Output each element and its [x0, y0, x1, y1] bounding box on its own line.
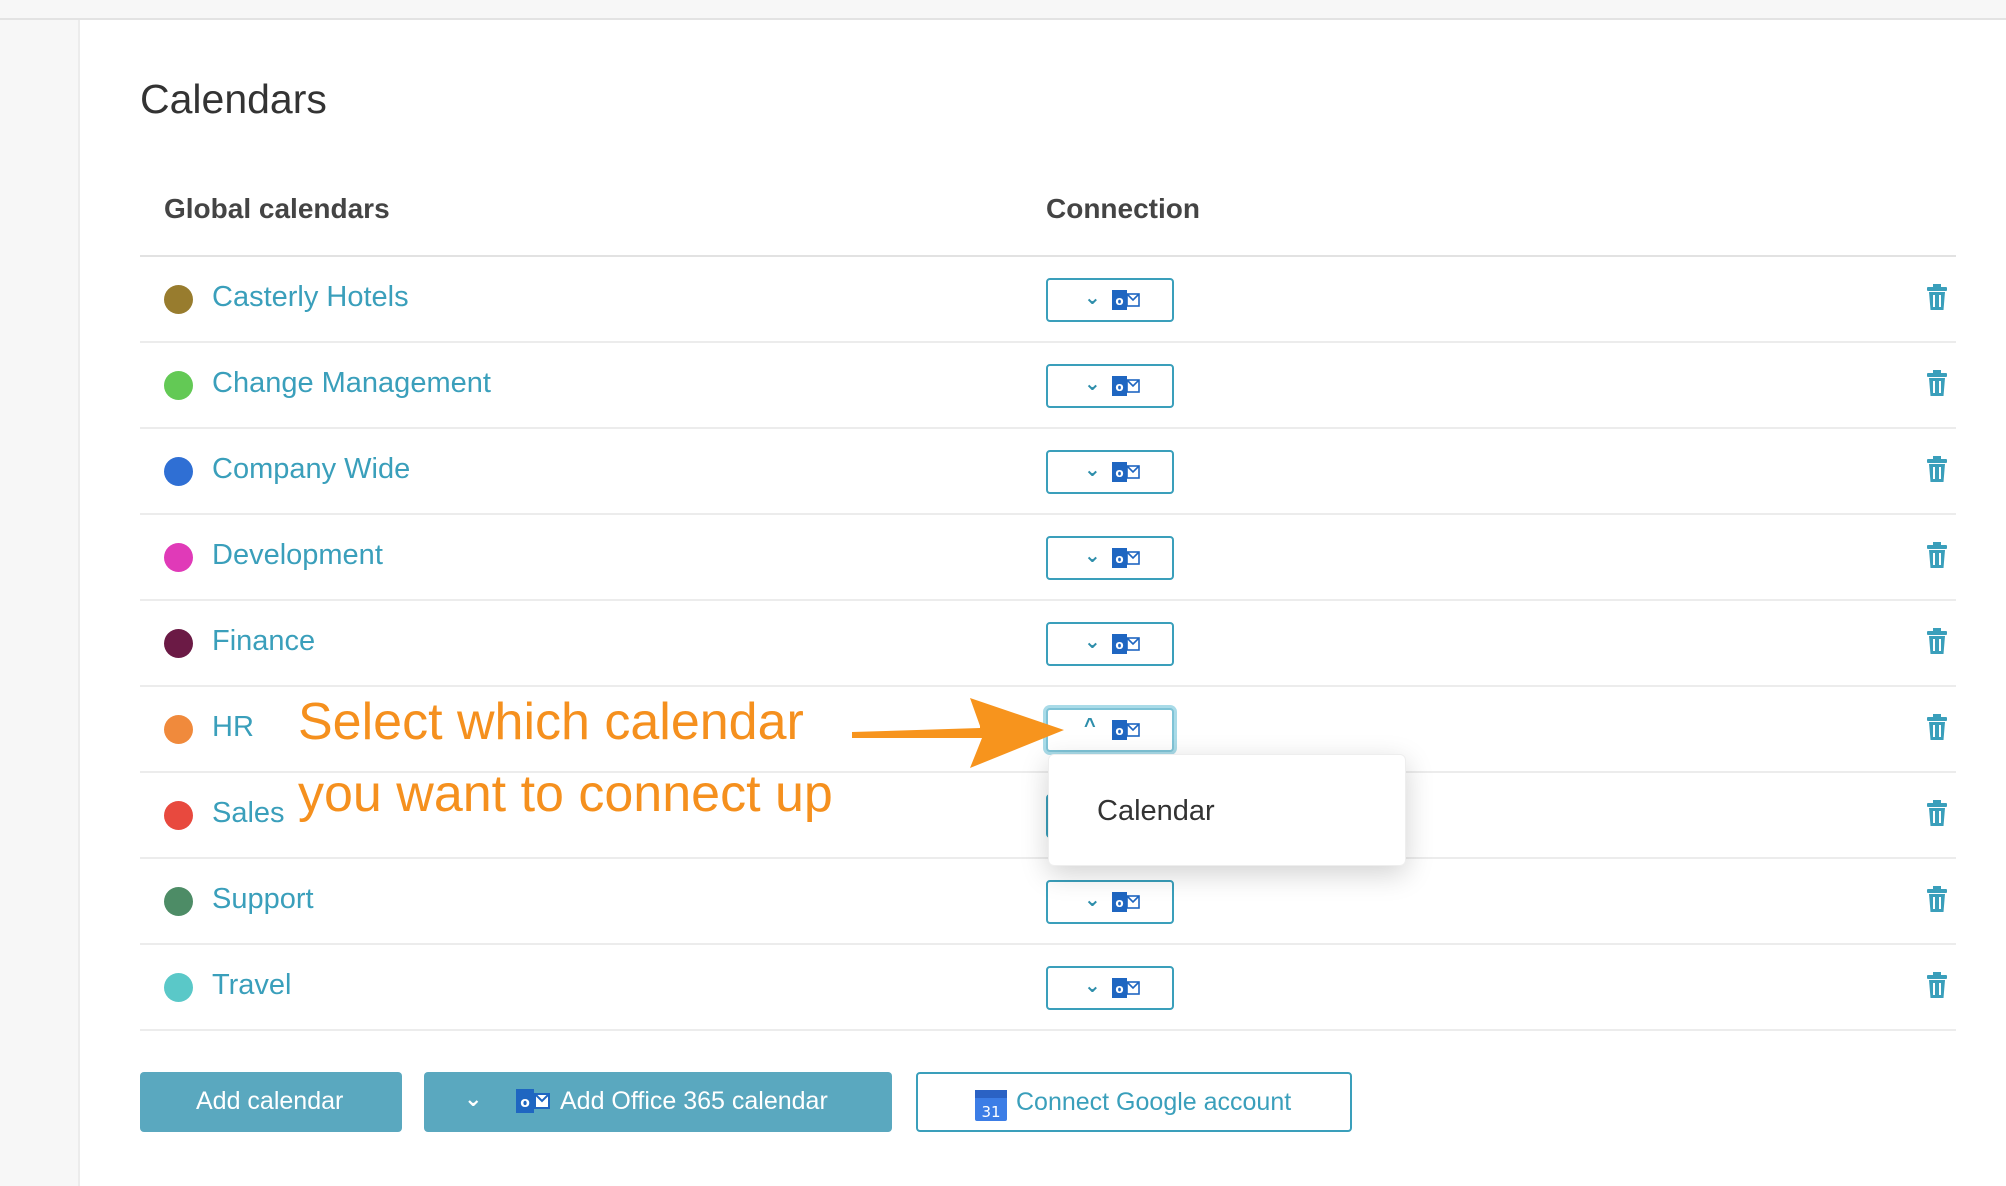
- calendar-row: Finance ⌄ o: [140, 601, 1956, 687]
- add-office365-calendar-button[interactable]: ⌄ o Add Office 365 calendar: [424, 1072, 892, 1132]
- page-title: Calendars: [140, 76, 327, 122]
- trash-icon[interactable]: [1926, 283, 1948, 311]
- svg-text:o: o: [1115, 896, 1123, 910]
- svg-text:o: o: [1115, 638, 1123, 652]
- svg-text:o: o: [1115, 466, 1123, 480]
- chevron-down-icon: ⌄: [1084, 545, 1101, 567]
- chevron-down-icon: ⌄: [1084, 975, 1101, 997]
- trash-icon[interactable]: [1926, 627, 1948, 655]
- calendar-name-link[interactable]: Travel: [212, 969, 292, 1002]
- chevron-down-icon: ⌄: [1084, 287, 1101, 309]
- chevron-down-icon: ⌄: [1084, 631, 1101, 653]
- chevron-down-icon: ⌄: [464, 1086, 483, 1111]
- calendar-name-link[interactable]: Change Management: [212, 367, 491, 400]
- trash-icon[interactable]: [1926, 971, 1948, 999]
- calendar-name-link[interactable]: Casterly Hotels: [212, 281, 409, 314]
- trash-icon[interactable]: [1926, 799, 1948, 827]
- outlook-icon: o: [1112, 462, 1140, 482]
- connection-dropdown-button[interactable]: ⌄o: [1046, 966, 1174, 1010]
- outlook-icon: o: [1112, 978, 1140, 998]
- calendar-color-dot: [164, 715, 193, 744]
- calendar-row: Travel ⌄ o: [140, 945, 1956, 1031]
- annotation-text-line-1: Select which calendar: [298, 693, 804, 751]
- connection-dropdown-button[interactable]: ⌄o: [1046, 622, 1174, 666]
- add-calendar-label: Add calendar: [196, 1087, 344, 1115]
- outlook-icon: o: [1112, 892, 1140, 912]
- svg-text:o: o: [1115, 724, 1123, 738]
- trash-icon[interactable]: [1926, 541, 1948, 569]
- trash-icon[interactable]: [1926, 369, 1948, 397]
- chevron-down-icon: ⌄: [1084, 373, 1101, 395]
- calendar-color-dot: [164, 801, 193, 830]
- outlook-icon: o: [1112, 376, 1140, 396]
- add-calendar-button[interactable]: Add calendar: [140, 1072, 402, 1132]
- connect-google-account-button[interactable]: 31 Connect Google account: [916, 1072, 1352, 1132]
- add-office365-label: Add Office 365 calendar: [560, 1087, 828, 1115]
- trash-icon[interactable]: [1926, 713, 1948, 741]
- google-calendar-icon: 31: [975, 1090, 1007, 1121]
- chevron-up-icon: ^: [1084, 715, 1096, 737]
- outlook-icon: o: [1112, 720, 1140, 740]
- calendar-row: Company Wide ⌄ o: [140, 429, 1956, 515]
- calendar-row: Support ⌄ o: [140, 859, 1956, 945]
- calendar-name-link[interactable]: Finance: [212, 625, 315, 658]
- column-header-global-calendars: Global calendars: [164, 193, 390, 224]
- annotation-arrow-icon: [852, 698, 1064, 768]
- trash-icon[interactable]: [1926, 455, 1948, 483]
- trash-icon[interactable]: [1926, 885, 1948, 913]
- svg-text:31: 31: [981, 1103, 1000, 1121]
- annotation-text-line-2: you want to connect up: [298, 765, 833, 823]
- calendar-color-dot: [164, 457, 193, 486]
- connection-dropdown-button[interactable]: ⌄o: [1046, 450, 1174, 494]
- svg-text:o: o: [1115, 380, 1123, 394]
- top-bar: [0, 0, 2006, 20]
- calendar-color-dot: [164, 543, 193, 572]
- connection-dropdown-button[interactable]: ⌄o: [1046, 880, 1174, 924]
- svg-text:o: o: [520, 1095, 530, 1111]
- connection-dropdown-button[interactable]: ⌄o: [1046, 536, 1174, 580]
- dropdown-option-calendar[interactable]: Calendar: [1097, 795, 1215, 828]
- svg-text:o: o: [1115, 294, 1123, 308]
- calendar-row: Development ⌄ o: [140, 515, 1956, 601]
- chevron-down-icon: ⌄: [1084, 459, 1101, 481]
- connection-dropdown-button[interactable]: ⌄o: [1046, 364, 1174, 408]
- calendar-color-dot: [164, 887, 193, 916]
- svg-text:o: o: [1115, 982, 1123, 996]
- outlook-icon: o: [1112, 548, 1140, 568]
- calendar-color-dot: [164, 285, 193, 314]
- connect-google-label: Connect Google account: [1016, 1088, 1292, 1116]
- column-header-connection: Connection: [1046, 193, 1200, 224]
- calendar-name-link[interactable]: Support: [212, 883, 314, 916]
- connection-dropdown-menu: Calendar: [1048, 754, 1406, 866]
- calendar-name-link[interactable]: Sales: [212, 797, 285, 830]
- svg-text:o: o: [1115, 552, 1123, 566]
- outlook-icon: o: [516, 1089, 550, 1113]
- outlook-icon: o: [1112, 634, 1140, 654]
- outlook-icon: o: [1112, 290, 1140, 310]
- calendar-row: Casterly Hotels ⌄ o: [140, 257, 1956, 343]
- connection-dropdown-button[interactable]: ⌄o: [1046, 278, 1174, 322]
- calendar-row: Change Management ⌄ o: [140, 343, 1956, 429]
- calendar-color-dot: [164, 973, 193, 1002]
- chevron-down-icon: ⌄: [1084, 889, 1101, 911]
- calendar-name-link[interactable]: Company Wide: [212, 453, 410, 486]
- calendar-name-link[interactable]: HR: [212, 711, 254, 744]
- left-sidebar: [0, 20, 80, 1186]
- calendar-color-dot: [164, 371, 193, 400]
- calendar-name-link[interactable]: Development: [212, 539, 383, 572]
- calendar-color-dot: [164, 629, 193, 658]
